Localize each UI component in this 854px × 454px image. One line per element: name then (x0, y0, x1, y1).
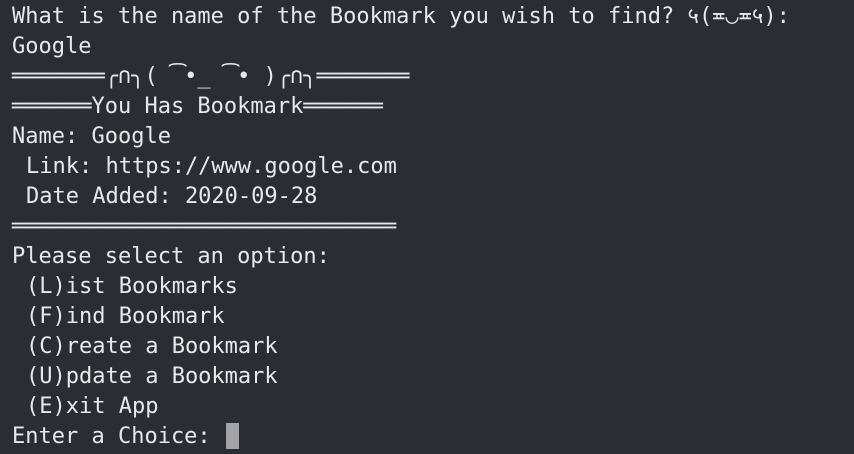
menu-option-update: (U)pdate a Bookmark (26, 364, 278, 389)
menu-option-create: (C)reate a Bookmark (26, 334, 278, 359)
result-heading: ══════You Has Bookmark══════ (12, 94, 383, 119)
terminal-window[interactable]: What is the name of the Bookmark you wis… (0, 0, 854, 454)
menu-option-find: (F)ind Bookmark (26, 304, 225, 329)
choice-prompt: Enter a Choice: (12, 424, 224, 449)
menu-title: Please select an option: (12, 244, 330, 269)
menu-option-list: (L)ist Bookmarks (26, 274, 238, 299)
result-divider: ═════════════════════════════ (12, 214, 397, 239)
ascii-art-divider: ═══════╭∩╮( ͡•_ ͡• )╭∩╮═══════ (12, 64, 410, 89)
bookmark-name: Name: Google (12, 124, 171, 149)
find-bookmark-prompt: What is the name of the Bookmark you wis… (12, 4, 790, 29)
choice-input-line[interactable]: Enter a Choice: (12, 422, 854, 452)
bookmark-name-input-echo: Google (12, 34, 92, 59)
text-cursor[interactable] (225, 423, 239, 449)
menu-option-exit: (E)xit App (26, 394, 159, 419)
bookmark-link: Link: https://www.google.com (26, 154, 397, 179)
bookmark-date-added: Date Added: 2020-09-28 (26, 184, 318, 209)
